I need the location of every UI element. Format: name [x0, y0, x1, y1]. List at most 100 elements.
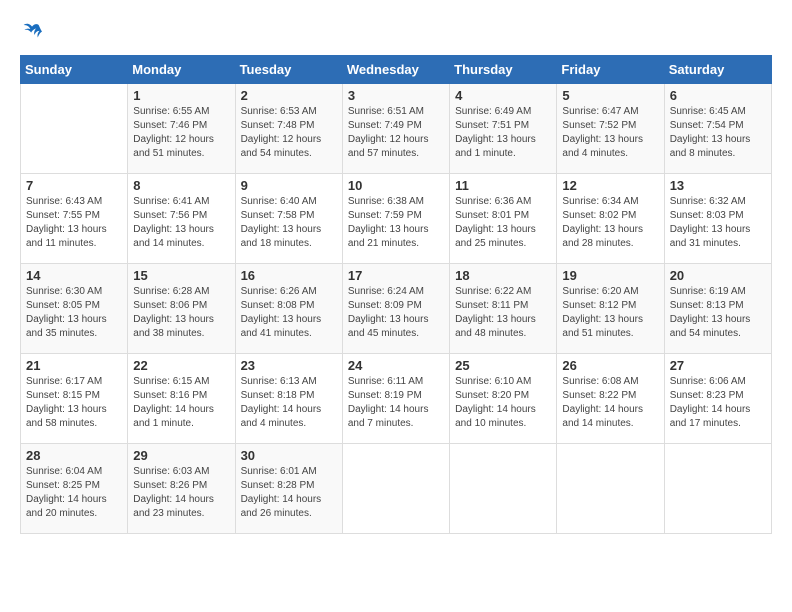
calendar-cell: 21 Sunrise: 6:17 AMSunset: 8:15 PMDayligh…: [21, 354, 128, 444]
day-header-tuesday: Tuesday: [235, 56, 342, 84]
day-header-monday: Monday: [128, 56, 235, 84]
calendar-cell: 7 Sunrise: 6:43 AMSunset: 7:55 PMDaylight…: [21, 174, 128, 264]
day-info: Sunrise: 6:11 AMSunset: 8:19 PMDaylight:…: [348, 375, 444, 431]
day-info: Sunrise: 6:45 AMSunset: 7:54 PMDaylight:…: [670, 105, 766, 161]
calendar-cell: 20 Sunrise: 6:19 AMSunset: 8:13 PMDayligh…: [664, 264, 771, 354]
day-info: Sunrise: 6:28 AMSunset: 8:06 PMDaylight:…: [133, 285, 229, 341]
day-number: 18: [455, 268, 551, 283]
calendar-cell: 26 Sunrise: 6:08 AMSunset: 8:22 PMDayligh…: [557, 354, 664, 444]
calendar-cell: 6 Sunrise: 6:45 AMSunset: 7:54 PMDaylight…: [664, 84, 771, 174]
calendar-cell: 5Sunrise: 6:47 AMSunset: 7:52 PMDaylight…: [557, 84, 664, 174]
calendar-cell: 15 Sunrise: 6:28 AMSunset: 8:06 PMDayligh…: [128, 264, 235, 354]
calendar-cell: 8Sunrise: 6:41 AMSunset: 7:56 PMDaylight…: [128, 174, 235, 264]
calendar-cell: 17Sunrise: 6:24 AMSunset: 8:09 PMDayligh…: [342, 264, 449, 354]
calendar-cell: 16 Sunrise: 6:26 AMSunset: 8:08 PMDayligh…: [235, 264, 342, 354]
day-info: Sunrise: 6:19 AMSunset: 8:13 PMDaylight:…: [670, 285, 766, 341]
calendar-cell: 13 Sunrise: 6:32 AMSunset: 8:03 PMDayligh…: [664, 174, 771, 264]
calendar-cell: 3Sunrise: 6:51 AMSunset: 7:49 PMDaylight…: [342, 84, 449, 174]
day-header-sunday: Sunday: [21, 56, 128, 84]
calendar-cell: 14 Sunrise: 6:30 AMSunset: 8:05 PMDayligh…: [21, 264, 128, 354]
day-number: 2: [241, 88, 337, 103]
day-number: 28: [26, 448, 122, 463]
day-number: 9: [241, 178, 337, 193]
day-number: 4: [455, 88, 551, 103]
calendar-cell: 25Sunrise: 6:10 AMSunset: 8:20 PMDayligh…: [450, 354, 557, 444]
calendar-cell: 19 Sunrise: 6:20 AMSunset: 8:12 PMDayligh…: [557, 264, 664, 354]
day-info: Sunrise: 6:20 AMSunset: 8:12 PMDaylight:…: [562, 285, 658, 341]
day-number: 7: [26, 178, 122, 193]
day-info: Sunrise: 6:38 AMSunset: 7:59 PMDaylight:…: [348, 195, 444, 251]
calendar-week-row: 21 Sunrise: 6:17 AMSunset: 8:15 PMDayligh…: [21, 354, 772, 444]
day-info: Sunrise: 6:03 AMSunset: 8:26 PMDaylight:…: [133, 465, 229, 521]
day-header-saturday: Saturday: [664, 56, 771, 84]
day-info: Sunrise: 6:41 AMSunset: 7:56 PMDaylight:…: [133, 195, 229, 251]
calendar-cell: 9 Sunrise: 6:40 AMSunset: 7:58 PMDaylight…: [235, 174, 342, 264]
day-info: Sunrise: 6:30 AMSunset: 8:05 PMDaylight:…: [26, 285, 122, 341]
day-info: Sunrise: 6:01 AMSunset: 8:28 PMDaylight:…: [241, 465, 337, 521]
day-number: 25: [455, 358, 551, 373]
day-number: 16: [241, 268, 337, 283]
day-header-wednesday: Wednesday: [342, 56, 449, 84]
day-number: 12: [562, 178, 658, 193]
calendar-cell: 27 Sunrise: 6:06 AMSunset: 8:23 PMDayligh…: [664, 354, 771, 444]
calendar-cell: [21, 84, 128, 174]
calendar-header-row: SundayMondayTuesdayWednesdayThursdayFrid…: [21, 56, 772, 84]
day-number: 22: [133, 358, 229, 373]
calendar-cell: [342, 444, 449, 534]
calendar-cell: 10 Sunrise: 6:38 AMSunset: 7:59 PMDayligh…: [342, 174, 449, 264]
calendar-week-row: 1 Sunrise: 6:55 AMSunset: 7:46 PMDaylight…: [21, 84, 772, 174]
calendar-cell: [557, 444, 664, 534]
day-number: 11: [455, 178, 551, 193]
calendar-cell: 28 Sunrise: 6:04 AMSunset: 8:25 PMDayligh…: [21, 444, 128, 534]
day-info: Sunrise: 6:55 AMSunset: 7:46 PMDaylight:…: [133, 105, 229, 161]
calendar-cell: 18 Sunrise: 6:22 AMSunset: 8:11 PMDayligh…: [450, 264, 557, 354]
calendar-cell: [664, 444, 771, 534]
day-info: Sunrise: 6:15 AMSunset: 8:16 PMDaylight:…: [133, 375, 229, 431]
day-number: 15: [133, 268, 229, 283]
calendar-week-row: 7 Sunrise: 6:43 AMSunset: 7:55 PMDaylight…: [21, 174, 772, 264]
day-header-thursday: Thursday: [450, 56, 557, 84]
day-info: Sunrise: 6:53 AMSunset: 7:48 PMDaylight:…: [241, 105, 337, 161]
calendar-cell: 29Sunrise: 6:03 AMSunset: 8:26 PMDayligh…: [128, 444, 235, 534]
calendar-cell: 24 Sunrise: 6:11 AMSunset: 8:19 PMDayligh…: [342, 354, 449, 444]
calendar-cell: 4 Sunrise: 6:49 AMSunset: 7:51 PMDaylight…: [450, 84, 557, 174]
day-number: 24: [348, 358, 444, 373]
day-info: Sunrise: 6:26 AMSunset: 8:08 PMDaylight:…: [241, 285, 337, 341]
day-number: 26: [562, 358, 658, 373]
day-info: Sunrise: 6:17 AMSunset: 8:15 PMDaylight:…: [26, 375, 122, 431]
calendar-cell: 1 Sunrise: 6:55 AMSunset: 7:46 PMDaylight…: [128, 84, 235, 174]
day-info: Sunrise: 6:36 AMSunset: 8:01 PMDaylight:…: [455, 195, 551, 251]
day-info: Sunrise: 6:08 AMSunset: 8:22 PMDaylight:…: [562, 375, 658, 431]
day-info: Sunrise: 6:51 AMSunset: 7:49 PMDaylight:…: [348, 105, 444, 161]
day-number: 20: [670, 268, 766, 283]
calendar-cell: 11 Sunrise: 6:36 AMSunset: 8:01 PMDayligh…: [450, 174, 557, 264]
day-number: 14: [26, 268, 122, 283]
day-info: Sunrise: 6:13 AMSunset: 8:18 PMDaylight:…: [241, 375, 337, 431]
day-info: Sunrise: 6:40 AMSunset: 7:58 PMDaylight:…: [241, 195, 337, 251]
day-info: Sunrise: 6:49 AMSunset: 7:51 PMDaylight:…: [455, 105, 551, 161]
day-info: Sunrise: 6:43 AMSunset: 7:55 PMDaylight:…: [26, 195, 122, 251]
logo: [20, 20, 42, 45]
day-number: 1: [133, 88, 229, 103]
day-number: 27: [670, 358, 766, 373]
day-info: Sunrise: 6:32 AMSunset: 8:03 PMDaylight:…: [670, 195, 766, 251]
day-number: 6: [670, 88, 766, 103]
calendar-week-row: 28 Sunrise: 6:04 AMSunset: 8:25 PMDayligh…: [21, 444, 772, 534]
calendar-cell: [450, 444, 557, 534]
day-number: 23: [241, 358, 337, 373]
calendar-cell: 12 Sunrise: 6:34 AMSunset: 8:02 PMDayligh…: [557, 174, 664, 264]
day-number: 10: [348, 178, 444, 193]
day-info: Sunrise: 6:06 AMSunset: 8:23 PMDaylight:…: [670, 375, 766, 431]
day-number: 21: [26, 358, 122, 373]
calendar-cell: 30 Sunrise: 6:01 AMSunset: 8:28 PMDayligh…: [235, 444, 342, 534]
day-number: 19: [562, 268, 658, 283]
calendar-table: SundayMondayTuesdayWednesdayThursdayFrid…: [20, 55, 772, 534]
day-info: Sunrise: 6:22 AMSunset: 8:11 PMDaylight:…: [455, 285, 551, 341]
day-info: Sunrise: 6:04 AMSunset: 8:25 PMDaylight:…: [26, 465, 122, 521]
header: [20, 20, 772, 45]
day-info: Sunrise: 6:34 AMSunset: 8:02 PMDaylight:…: [562, 195, 658, 251]
calendar-cell: 2 Sunrise: 6:53 AMSunset: 7:48 PMDaylight…: [235, 84, 342, 174]
day-number: 30: [241, 448, 337, 463]
day-number: 13: [670, 178, 766, 193]
calendar-cell: 23 Sunrise: 6:13 AMSunset: 8:18 PMDayligh…: [235, 354, 342, 444]
